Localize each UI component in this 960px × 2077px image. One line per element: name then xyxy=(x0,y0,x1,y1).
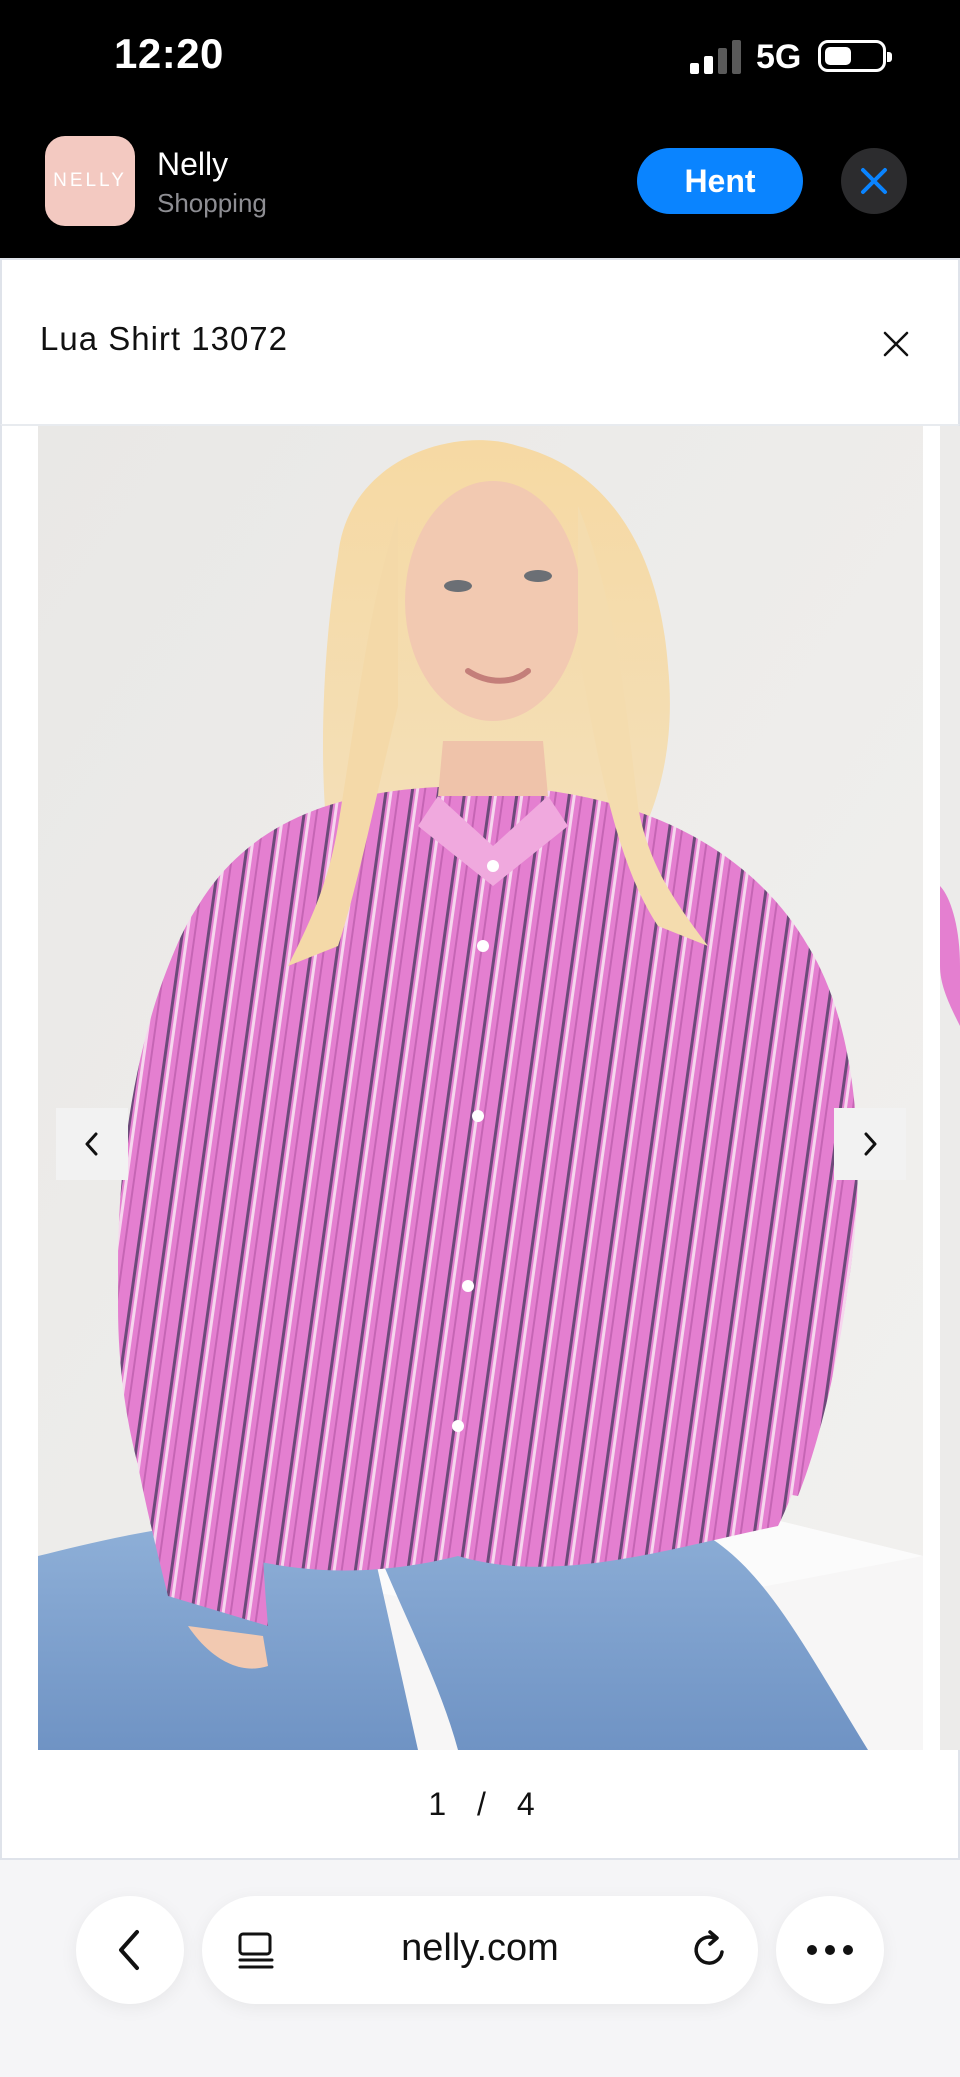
status-time: 12:20 xyxy=(114,30,224,77)
product-gallery: 1 / 4 xyxy=(0,424,960,1860)
next-image-peek xyxy=(940,426,960,1750)
smart-app-banner: NELLY Nelly Shopping Hent xyxy=(0,118,960,258)
more-options-button[interactable] xyxy=(776,1896,884,2004)
signal-icon xyxy=(690,40,742,74)
banner-close-button[interactable] xyxy=(841,148,907,214)
next-image-button[interactable] xyxy=(834,1108,906,1180)
browser-toolbar: nelly.com xyxy=(0,1860,960,2077)
pager-current: 1 xyxy=(428,1786,448,1822)
address-bar[interactable]: nelly.com xyxy=(202,1896,758,2004)
reload-icon[interactable] xyxy=(688,1928,732,1972)
modal-close-button[interactable] xyxy=(876,324,916,364)
product-image[interactable] xyxy=(38,426,923,1750)
app-category: Shopping xyxy=(157,188,267,218)
close-icon xyxy=(861,168,887,194)
chevron-left-icon xyxy=(85,1132,98,1156)
get-app-button[interactable]: Hent xyxy=(637,148,803,214)
app-icon-text: NELLY xyxy=(53,170,127,191)
pager-total: 4 xyxy=(516,1786,536,1822)
product-photo-illustration xyxy=(38,426,923,1750)
url-text: nelly.com xyxy=(401,1927,559,1969)
next-image-preview xyxy=(940,426,960,1750)
app-icon: NELLY xyxy=(45,136,135,226)
pager-separator: / xyxy=(477,1786,487,1822)
page-title: Lua Shirt 13072 xyxy=(40,320,289,357)
chevron-right-icon xyxy=(864,1132,877,1156)
network-label: 5G xyxy=(756,38,802,76)
back-button[interactable] xyxy=(76,1896,184,2004)
status-bar: 12:20 5G xyxy=(0,0,960,118)
image-pager: 1 / 4 xyxy=(2,1786,960,1823)
close-icon xyxy=(883,331,909,357)
ellipsis-icon xyxy=(807,1945,853,1955)
battery-icon xyxy=(818,40,892,72)
app-name: Nelly xyxy=(157,146,229,182)
modal-header: Lua Shirt 13072 xyxy=(0,258,960,424)
chevron-left-icon xyxy=(119,1930,139,1970)
previous-image-button[interactable] xyxy=(56,1108,128,1180)
